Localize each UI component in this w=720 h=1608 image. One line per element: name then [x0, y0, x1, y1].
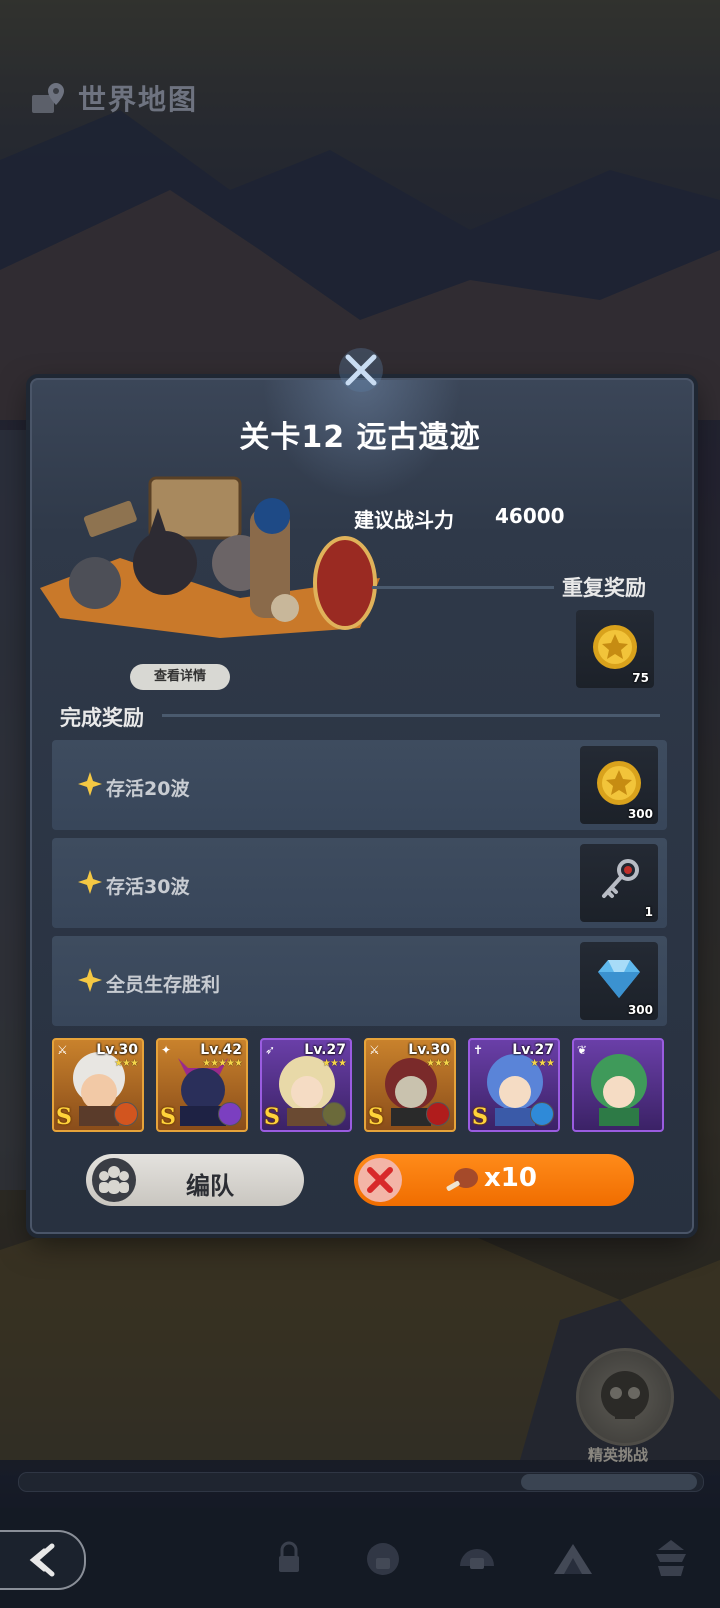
back-button[interactable] [0, 1530, 86, 1590]
scroll-handle[interactable] [521, 1474, 697, 1490]
gold-coin-icon [597, 761, 641, 805]
hero-stars: ★★★ [530, 1058, 555, 1069]
stage-enemies-illustration [40, 476, 380, 638]
battle-swords-icon [358, 1158, 402, 1202]
rank-badge: S [56, 1104, 72, 1130]
reward-quantity: 1 [644, 905, 653, 919]
locked-nav-icon[interactable] [360, 1536, 406, 1582]
start-battle-button[interactable]: x10 [354, 1154, 634, 1206]
hero-level: Lv.30 [96, 1042, 138, 1058]
hero-portrait [591, 1054, 647, 1126]
task-row: 存活30波 1 [52, 838, 667, 928]
recommended-power-value: 46000 [495, 504, 565, 528]
world-map-header[interactable]: 世界地图 [30, 78, 198, 118]
rank-badge: S [472, 1104, 488, 1130]
map-scroll-bar[interactable] [18, 1472, 704, 1492]
locked-nav-icon[interactable] [266, 1536, 312, 1582]
map-nav-icon[interactable] [550, 1536, 596, 1582]
task-text: 存活20波 [106, 778, 190, 800]
hero-card[interactable]: ✦ Lv.42 ★★★★★ S [156, 1038, 248, 1132]
task-text: 全员生存胜利 [106, 974, 221, 996]
hero-stars: ★★★ [426, 1058, 451, 1069]
battle-cost: x10 [484, 1163, 537, 1193]
class-icon: ⚔ [57, 1043, 68, 1057]
class-icon: ❦ [577, 1043, 588, 1057]
divider [372, 586, 554, 589]
hero-card[interactable]: ➶ Lv.27 ★★★ S [260, 1038, 352, 1132]
hero-level: Lv.42 [200, 1042, 242, 1058]
hero-card[interactable]: ⚔ Lv.30 ★★★ S [52, 1038, 144, 1132]
repeat-reward-label: 重复奖励 [562, 576, 646, 600]
reward-quantity: 300 [627, 1003, 653, 1017]
class-icon: ➶ [265, 1043, 276, 1057]
chevron-left-icon [29, 1543, 55, 1577]
task-row: 存活20波 300 [52, 740, 667, 830]
light-element-icon [322, 1102, 346, 1126]
complete-reward-label: 完成奖励 [60, 706, 144, 730]
class-icon: ⚔ [369, 1043, 380, 1057]
key-icon [602, 859, 639, 898]
hero-level: Lv.27 [304, 1042, 346, 1058]
task-text: 存活30波 [106, 876, 190, 898]
meat-icon [446, 1168, 478, 1191]
reward-quantity: 75 [632, 671, 649, 685]
skull-icon [601, 1371, 649, 1419]
rank-badge: S [160, 1104, 176, 1130]
repeat-reward-slot[interactable]: 75 [576, 610, 654, 688]
gold-coin-icon [593, 625, 637, 669]
hero-card[interactable]: ✝ Lv.27 ★★★ S [468, 1038, 560, 1132]
hero-card[interactable]: ⚔ Lv.30 ★★★ S [364, 1038, 456, 1132]
elite-challenge-label: 精英挑战 [588, 1446, 649, 1464]
sparkle-icon [78, 772, 102, 796]
recommended-power-label: 建议战斗力 [354, 508, 454, 532]
task-row: 全员生存胜利 300 [52, 936, 667, 1026]
hero-stars: ★★★★★ [202, 1058, 243, 1069]
divider [162, 714, 660, 717]
task-reward-slot[interactable]: 300 [580, 942, 658, 1020]
hero-stars: ★★★ [114, 1058, 139, 1069]
sparkle-icon [78, 968, 102, 992]
blood-element-icon [426, 1102, 450, 1126]
tower-nav-icon[interactable] [648, 1536, 694, 1582]
sparkle-icon [78, 870, 102, 894]
view-details-button[interactable]: 查看详情 [130, 664, 230, 690]
diamond-icon [598, 960, 640, 998]
crossed-swords-icon [339, 348, 383, 392]
stage-title: 关卡12 远古遗迹 [239, 420, 481, 455]
class-icon: ✝ [473, 1043, 484, 1057]
task-reward-slot[interactable]: 300 [580, 746, 658, 824]
hero-level: Lv.27 [512, 1042, 554, 1058]
rank-badge: S [264, 1104, 280, 1130]
hero-level: Lv.30 [408, 1042, 450, 1058]
world-map-title: 世界地图 [78, 83, 199, 116]
map-pin-icon [32, 83, 64, 113]
hero-card[interactable]: ❦ [572, 1038, 664, 1132]
formation-label: 编队 [186, 1172, 234, 1200]
locked-nav-icon[interactable] [454, 1536, 500, 1582]
task-reward-slot[interactable]: 1 [580, 844, 658, 922]
elite-challenge-button[interactable] [576, 1348, 674, 1446]
ice-element-icon [530, 1102, 554, 1126]
rank-badge: S [368, 1104, 384, 1130]
team-icon [92, 1158, 136, 1202]
class-icon: ✦ [161, 1043, 172, 1057]
moon-element-icon [218, 1102, 242, 1126]
reward-quantity: 300 [627, 807, 653, 821]
formation-button[interactable]: 编队 [86, 1154, 304, 1206]
hero-stars: ★★★ [322, 1058, 347, 1069]
fire-element-icon [114, 1102, 138, 1126]
